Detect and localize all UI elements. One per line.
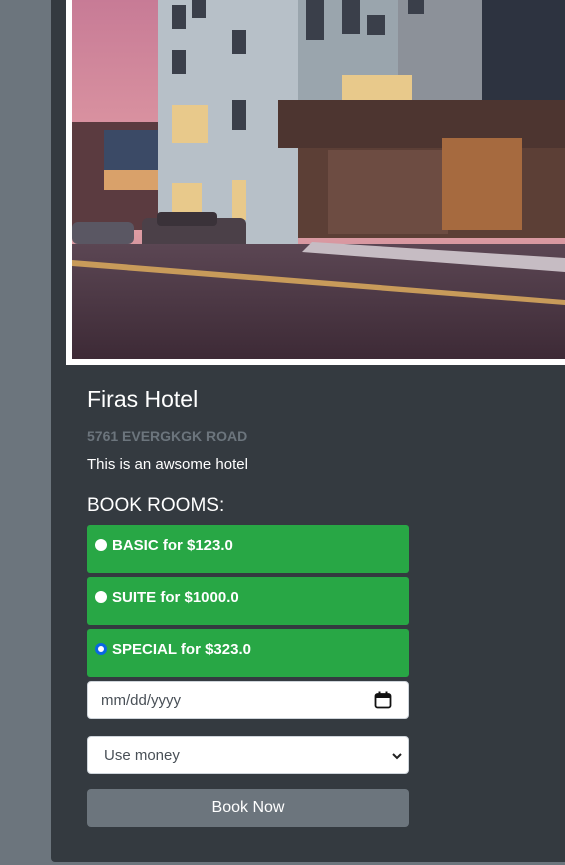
book-now-button[interactable]: Book Now	[87, 789, 409, 827]
room-option-label: BASIC for $123.0	[112, 537, 233, 554]
chevron-down-icon	[391, 749, 403, 767]
hotel-name: Firas Hotel	[87, 386, 199, 412]
room-radio-basic[interactable]	[95, 539, 107, 551]
date-input[interactable]: mm/dd/yyyy	[87, 681, 409, 719]
room-option-suite[interactable]: SUITE for $1000.0	[87, 577, 409, 625]
page: Firas Hotel 5761 EVERGKGK ROAD This is a…	[0, 0, 565, 865]
room-option-label: SPECIAL for $323.0	[112, 641, 251, 658]
room-radio-special[interactable]	[95, 643, 107, 655]
room-radio-suite[interactable]	[95, 591, 107, 603]
hotel-address: 5761 EVERGKGK ROAD	[87, 428, 248, 444]
hotel-photo	[72, 0, 565, 359]
book-rooms-heading: BOOK ROOMS:	[87, 495, 225, 516]
payment-select[interactable]: Use money	[87, 736, 409, 774]
calendar-icon[interactable]	[374, 691, 392, 714]
hotel-description: This is an awsome hotel	[87, 456, 248, 473]
date-placeholder: mm/dd/yyyy	[101, 692, 182, 709]
room-option-label: SUITE for $1000.0	[112, 589, 239, 606]
payment-select-value: Use money	[104, 747, 180, 764]
room-option-special[interactable]: SPECIAL for $323.0	[87, 629, 409, 677]
room-option-basic[interactable]: BASIC for $123.0	[87, 525, 409, 573]
